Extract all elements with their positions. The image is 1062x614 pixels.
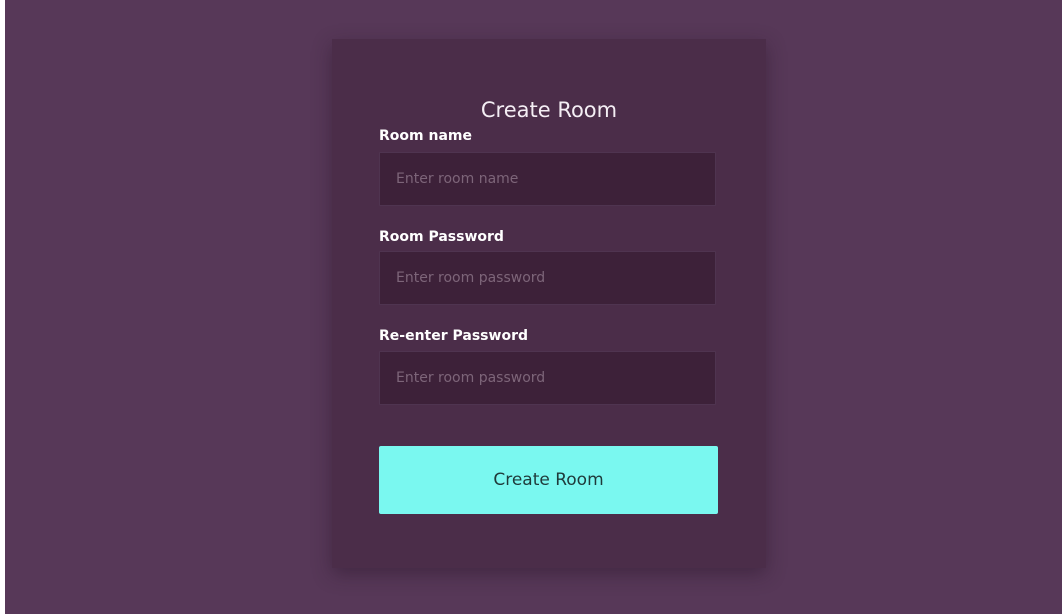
form-title: Create Room <box>480 98 618 122</box>
confirm-password-input[interactable] <box>379 351 716 405</box>
create-room-button[interactable]: Create Room <box>379 446 718 514</box>
confirm-password-label: Re-enter Password <box>379 328 528 344</box>
room-password-label: Room Password <box>379 229 504 245</box>
create-room-card: Create Room Room name Room Password Re-e… <box>332 39 766 568</box>
room-name-label: Room name <box>379 128 472 144</box>
room-name-input[interactable] <box>379 152 716 206</box>
page-background: Create Room Room name Room Password Re-e… <box>5 0 1062 614</box>
room-password-input[interactable] <box>379 251 716 305</box>
